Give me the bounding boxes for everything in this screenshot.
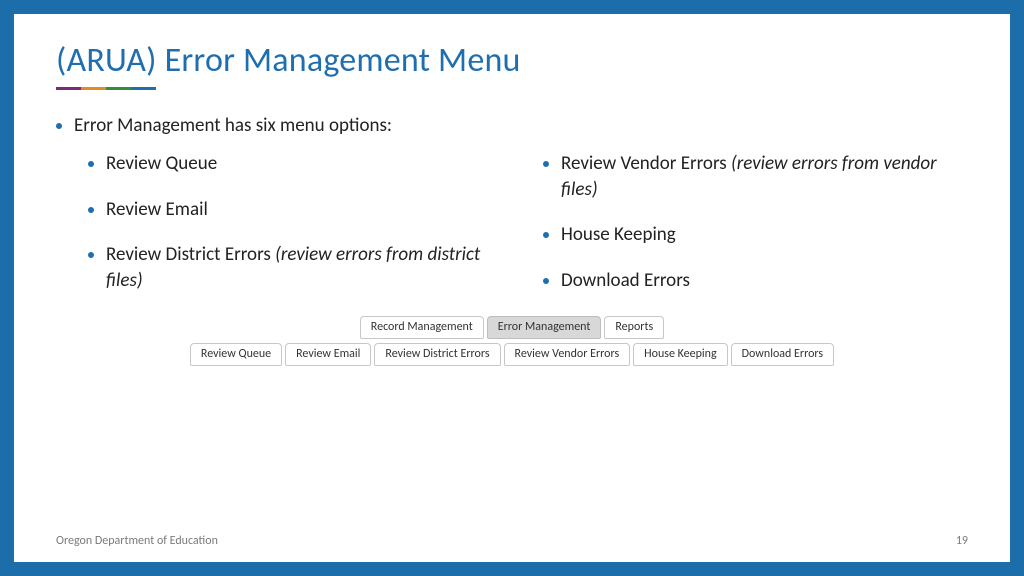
tab[interactable]: Review Queue	[190, 343, 282, 366]
intro-list: Error Management has six menu options:	[56, 114, 968, 137]
tab[interactable]: Download Errors	[731, 343, 834, 366]
tab[interactable]: Review Email	[285, 343, 371, 366]
list-item: Review Email	[106, 197, 513, 223]
item-text: House Keeping	[561, 223, 676, 246]
slide-frame: (ARUA) Error Management Menu Error Manag…	[0, 0, 1024, 576]
left-list: Review Queue Review Email Review Distric…	[88, 151, 513, 294]
list-item: Review Vendor Errors (review errors from…	[561, 151, 968, 202]
list-item: Review District Errors (review errors fr…	[106, 242, 513, 293]
page-title: (ARUA) Error Management Menu	[56, 40, 968, 81]
item-text: Review Email	[106, 198, 208, 221]
slide-footer: Oregon Department of Education 19	[56, 534, 968, 548]
right-list: Review Vendor Errors (review errors from…	[543, 151, 968, 294]
list-item: Review Queue	[106, 151, 513, 177]
slide-body: Error Management has six menu options: R…	[56, 114, 968, 366]
intro-text: Error Management has six menu options:	[74, 114, 968, 137]
list-item: House Keeping	[561, 222, 968, 248]
tab[interactable]: Review District Errors	[374, 343, 500, 366]
left-column: Review Queue Review Email Review Distric…	[88, 151, 513, 314]
tab[interactable]: Record Management	[360, 316, 484, 339]
tab[interactable]: House Keeping	[633, 343, 727, 366]
page-number: 19	[956, 534, 968, 548]
item-text: Review District Errors	[106, 243, 275, 266]
item-text: Download Errors	[561, 269, 690, 292]
item-text: Review Queue	[106, 152, 217, 175]
tab[interactable]: Reports	[604, 316, 664, 339]
tab[interactable]: Review Vendor Errors	[504, 343, 631, 366]
tabs-screenshot: Record ManagementError ManagementReports…	[56, 316, 968, 366]
tabs-bottom-row: Review QueueReview EmailReview District …	[190, 343, 834, 366]
item-text: Review Vendor Errors	[561, 152, 731, 175]
right-column: Review Vendor Errors (review errors from…	[543, 151, 968, 314]
tab[interactable]: Error Management	[487, 316, 602, 339]
bullet-columns: Review Queue Review Email Review Distric…	[56, 151, 968, 314]
footer-org: Oregon Department of Education	[56, 534, 218, 548]
title-accent-bar	[56, 87, 156, 90]
tabs-top-row: Record ManagementError ManagementReports	[360, 316, 664, 339]
list-item: Download Errors	[561, 268, 968, 294]
